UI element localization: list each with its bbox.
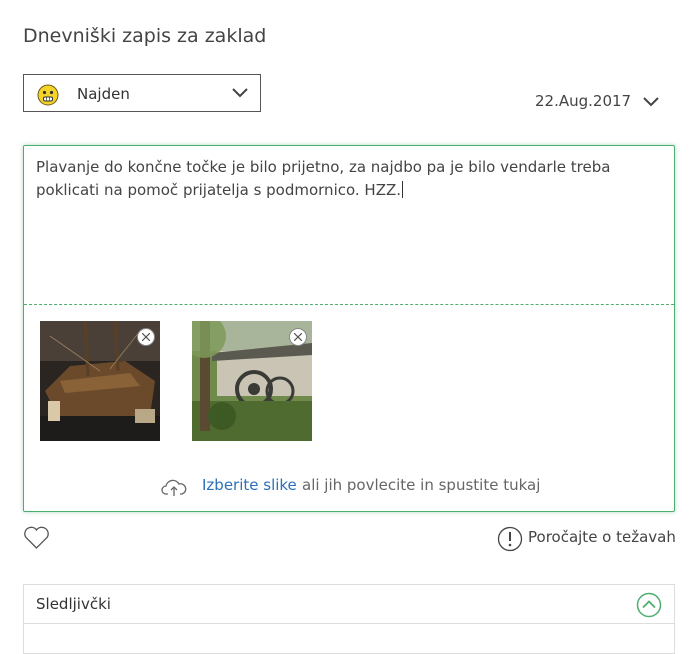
drop-hint-text: ali jih povlecite in spustite tukaj [302,476,541,494]
trackables-title: Sledljivčki [36,595,111,613]
log-date[interactable]: 22.Aug.2017 [535,92,631,110]
log-type-label: Najden [77,85,130,103]
text-caret [402,181,404,198]
chevron-down-icon [232,88,248,98]
heart-icon[interactable] [23,526,50,550]
log-type-select[interactable]: Najden [23,74,261,112]
close-icon [142,333,150,341]
image-thumbnail[interactable] [192,321,312,441]
remove-image-button[interactable] [289,328,307,346]
image-thumbnail[interactable] [40,321,160,441]
chevron-up-circle-icon[interactable] [636,592,662,618]
warning-icon [497,526,523,552]
page-title: Dnevniški zapis za zaklad [23,25,267,47]
cloud-upload-icon [161,479,187,496]
dropzone-divider [24,304,674,305]
log-text[interactable]: Plavanje do končne točke je bilo prijetn… [36,158,610,199]
trackables-header[interactable]: Sledljivčki [24,585,674,624]
trackables-panel: Sledljivčki [23,584,675,654]
remove-image-button[interactable] [137,328,155,346]
close-icon [294,333,302,341]
select-images-link[interactable]: Izberite slike [202,476,297,494]
smiley-icon [37,84,59,106]
log-text-area[interactable]: Plavanje do končne točke je bilo prijetn… [36,156,646,202]
log-editor[interactable]: Plavanje do končne točke je bilo prijetn… [23,145,675,512]
chevron-down-icon[interactable] [642,96,660,108]
report-problem-label: Poročajte o težavah [528,528,676,546]
